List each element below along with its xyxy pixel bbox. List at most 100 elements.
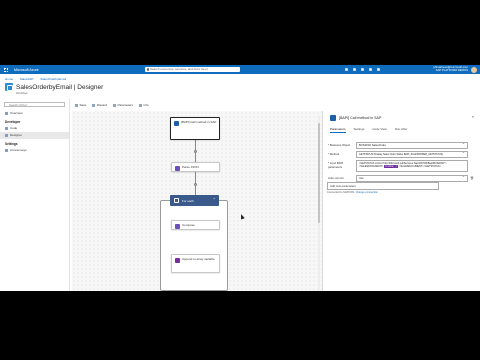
action-card-parse-json-label: Parse JSON bbox=[182, 165, 199, 169]
discard-icon bbox=[92, 103, 96, 107]
parameters-button[interactable]: Parameters bbox=[113, 103, 133, 107]
page-title-row: SalesOrderbyEmail | Designer bbox=[5, 83, 103, 91]
notifications-icon[interactable] bbox=[353, 68, 356, 71]
action-card-parse-json[interactable]: Parse JSON bbox=[171, 162, 220, 172]
info-button[interactable]: Info bbox=[139, 103, 149, 107]
code-icon bbox=[5, 127, 8, 130]
topbar-icons bbox=[345, 68, 380, 71]
tab-parameters[interactable]: Parameters bbox=[330, 127, 346, 133]
nav-label-designer: Designer bbox=[10, 133, 23, 137]
feedback-icon[interactable] bbox=[377, 68, 380, 71]
add-step-icon[interactable]: + bbox=[193, 183, 197, 186]
canvas-scrollbar-thumb[interactable] bbox=[318, 123, 320, 223]
connection-status: Connected to SAPCON. bbox=[327, 191, 355, 194]
discard-button[interactable]: Discard bbox=[92, 103, 107, 107]
for-each-label: For each bbox=[182, 199, 194, 203]
key-icon bbox=[5, 149, 8, 152]
page-subtitle: Workflow bbox=[16, 91, 28, 95]
designer-icon bbox=[5, 134, 8, 137]
menu-grid-icon[interactable] bbox=[4, 67, 8, 72]
expression-token[interactable]: fx trim(...) bbox=[383, 165, 398, 169]
method-select[interactable]: GETSTATUS (Display Sales Order Status BA… bbox=[356, 151, 468, 159]
delete-icon[interactable]: 🗑 bbox=[470, 176, 474, 180]
save-label: Save bbox=[79, 103, 87, 107]
account-info[interactable]: phmathews@microsoft.com SAP PLATFORM DEM… bbox=[433, 65, 468, 73]
input-params-label: * Input BAPI parameters bbox=[328, 161, 344, 169]
nav-label-code: Code bbox=[10, 126, 18, 130]
action-card-compose[interactable]: Compose bbox=[171, 220, 220, 230]
azure-brand[interactable]: Microsoft Azure bbox=[14, 68, 39, 72]
azure-topbar: Microsoft Azure Search resources, servic… bbox=[0, 65, 480, 74]
nav-search-input[interactable]: Search (Ctrl+/) bbox=[4, 102, 65, 107]
action-card-append-array-label: Append to array variable bbox=[182, 257, 215, 261]
breadcrumb-logic-app[interactable]: SalesSAP bbox=[20, 77, 34, 81]
settings-gear-icon[interactable] bbox=[361, 68, 364, 71]
connection-info: Connected to SAPCON. Change connection bbox=[327, 191, 378, 194]
add-step-icon[interactable]: + bbox=[193, 150, 197, 153]
for-each-header[interactable]: For each ⌃ bbox=[170, 195, 219, 206]
action-card-compose-label: Compose bbox=[182, 223, 195, 227]
breadcrumb-workflow[interactable]: SalesOrderbyEmail bbox=[40, 77, 66, 81]
method-label: * Method bbox=[328, 152, 340, 156]
nav-section-settings: Settings bbox=[5, 142, 18, 146]
nav-item-access-keys[interactable]: Access keys bbox=[0, 147, 69, 154]
panel-header: [BAPI] Call method in SAP bbox=[330, 115, 381, 121]
nav-label-access-keys: Access keys bbox=[10, 148, 27, 152]
page-title: SalesOrderbyEmail | Designer bbox=[16, 83, 104, 91]
nav-section-developer: Developer bbox=[5, 120, 21, 124]
avatar[interactable] bbox=[471, 66, 477, 73]
add-new-parameters-select[interactable]: Add new parameters bbox=[327, 182, 439, 190]
global-search-input[interactable]: Search resources, services, and docs (G+… bbox=[145, 67, 240, 72]
for-each-scope[interactable] bbox=[160, 200, 228, 291]
nav-label-overview: Overview bbox=[10, 111, 23, 115]
business-object-select[interactable]: BUS2032 SalesOrder bbox=[356, 142, 468, 150]
help-icon[interactable] bbox=[369, 68, 372, 71]
overview-icon bbox=[5, 112, 8, 115]
discard-label: Discard bbox=[96, 103, 108, 107]
sap-icon bbox=[174, 121, 179, 126]
chevron-up-icon[interactable]: ⌃ bbox=[213, 197, 216, 202]
search-placeholder: Search resources, services, and docs (G+… bbox=[150, 67, 208, 71]
info-icon bbox=[139, 103, 143, 107]
search-icon bbox=[146, 68, 149, 71]
canvas-scrollbar[interactable] bbox=[318, 115, 320, 290]
close-icon[interactable]: » bbox=[472, 114, 474, 119]
input-params-line2-start: <SALESDOCUMENT> bbox=[359, 165, 384, 169]
info-label: Info bbox=[143, 103, 149, 107]
panel-title[interactable]: [BAPI] Call method in SAP bbox=[339, 116, 381, 120]
tab-run-after[interactable]: Run After bbox=[395, 127, 408, 133]
sap-icon bbox=[330, 115, 336, 121]
panel-tabs: Parameters Settings Code View Run After bbox=[330, 127, 407, 133]
action-card-bapi-label: [BAPI] Call method in SAP bbox=[181, 120, 217, 124]
nav-item-code[interactable]: Code bbox=[0, 125, 69, 132]
variable-icon bbox=[175, 258, 180, 263]
action-card-bapi[interactable]: [BAPI] Call method in SAP bbox=[170, 117, 220, 140]
save-button[interactable]: Save bbox=[75, 103, 86, 107]
left-navigation: Search (Ctrl+/) Overview Developer Code … bbox=[0, 99, 70, 291]
add-new-parameters-label: Add new parameters bbox=[330, 184, 356, 188]
tab-code-view[interactable]: Code View bbox=[372, 127, 386, 133]
parameters-label: Parameters bbox=[117, 103, 134, 107]
breadcrumb-home[interactable]: Home bbox=[5, 77, 13, 81]
account-directory: SAP PLATFORM DEMOS bbox=[435, 68, 468, 73]
nav-item-designer[interactable]: Designer bbox=[0, 132, 69, 139]
input-params-editor[interactable]: <GETSTATUS xmlns="http://Microsoft.LobSe… bbox=[356, 160, 468, 172]
loop-icon bbox=[174, 198, 179, 203]
action-card-append-array[interactable]: Append to array variable bbox=[171, 254, 220, 273]
parameters-icon bbox=[113, 103, 117, 107]
save-icon bbox=[75, 103, 78, 107]
breadcrumb: Home SalesSAP SalesOrderbyEmail bbox=[5, 77, 72, 81]
input-params-line2: <SALESDOCUMENT> fx trim(...) </SALESDOCU… bbox=[359, 165, 465, 169]
nav-item-overview[interactable]: Overview bbox=[0, 110, 69, 117]
cloud-shell-icon[interactable] bbox=[345, 68, 348, 71]
action-details-panel: [BAPI] Call method in SAP » Parameters S… bbox=[322, 111, 480, 291]
data-operations-icon bbox=[175, 165, 180, 171]
business-object-label: * Business Object bbox=[328, 143, 351, 147]
workflow-icon bbox=[5, 83, 13, 91]
input-params-line2-end: </SALESDOCUMENT></GETSTATUS> bbox=[398, 165, 442, 169]
data-operations-icon bbox=[175, 223, 180, 229]
tab-settings[interactable]: Settings bbox=[354, 127, 365, 133]
change-connection-link[interactable]: Change connection bbox=[356, 191, 378, 194]
designer-toolbar: Save Discard Parameters Info bbox=[75, 103, 149, 107]
autocommit-label: Auto commit bbox=[328, 176, 344, 180]
